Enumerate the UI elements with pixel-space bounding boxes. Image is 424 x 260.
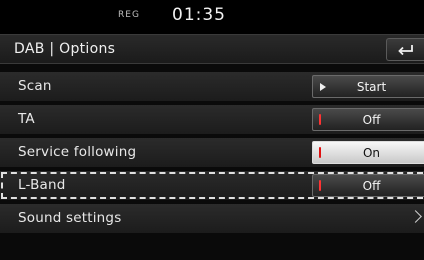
title-bar: DAB | Options [0,34,424,64]
ta-toggle[interactable]: Off [312,108,424,131]
control-label: On [362,146,381,160]
option-row-ta[interactable]: TA Off [0,105,424,134]
option-row-service-following[interactable]: Service following On [0,138,424,167]
status-bar: REG 01:35 [0,0,424,34]
option-row-sound-settings[interactable]: Sound settings [0,204,424,233]
option-label: Service following [18,144,137,160]
option-row-l-band[interactable]: L-Band Off [0,171,424,200]
option-label: L-Band [18,177,66,193]
l-band-toggle[interactable]: Off [312,174,424,197]
page-title: DAB | Options [14,41,116,57]
chevron-right-icon [409,210,422,223]
option-label: Scan [18,78,52,94]
scan-start-button[interactable]: Start [312,75,424,98]
option-label: Sound settings [18,210,122,226]
control-label: Off [362,179,381,193]
service-following-toggle[interactable]: On [312,141,424,164]
option-row-scan[interactable]: Scan Start [0,72,424,101]
clock: 01:35 [172,5,226,25]
back-button[interactable] [386,38,424,61]
option-label: TA [18,111,35,127]
options-list: Scan Start TA Off Service following On L… [0,72,424,237]
control-label: Start [356,80,387,94]
reg-indicator: REG [118,10,140,20]
control-label: Off [362,113,381,127]
back-return-icon [397,44,413,55]
